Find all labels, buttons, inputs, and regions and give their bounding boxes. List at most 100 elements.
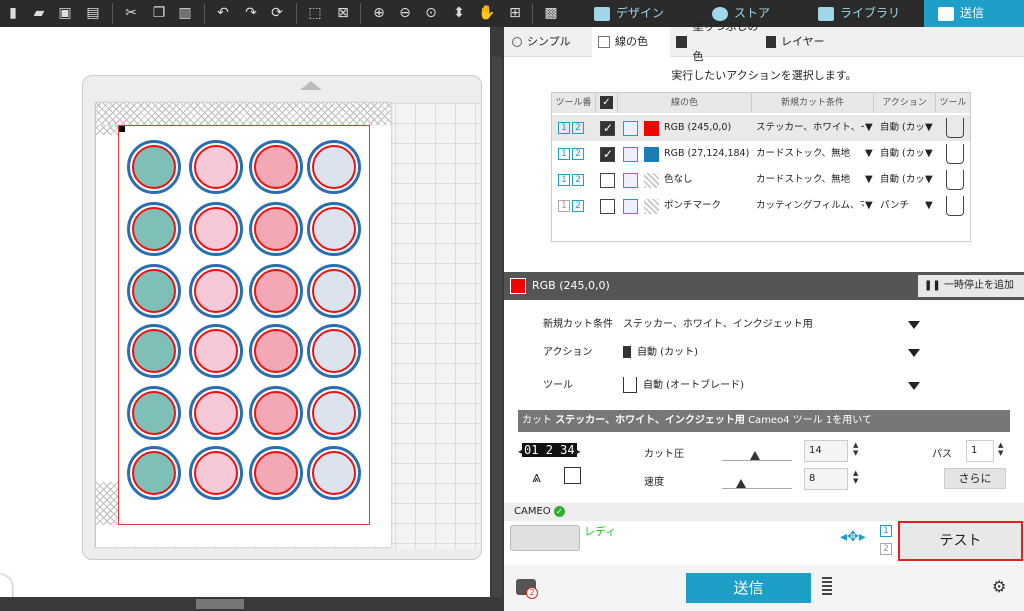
sticker-circle[interactable] — [307, 386, 361, 440]
hand-icon[interactable]: ✋ — [478, 4, 496, 22]
pass-input[interactable]: 1 — [966, 440, 994, 462]
dropdown-arrow-icon[interactable]: ▼ — [925, 193, 933, 219]
move-down-icon[interactable]: ⬍ — [450, 4, 468, 22]
sticker-circle[interactable] — [127, 202, 181, 256]
cut-pressure-slider[interactable] — [722, 439, 792, 461]
sticker-circle[interactable] — [189, 324, 243, 378]
tab-design[interactable]: デザイン — [588, 0, 698, 27]
send-icon — [938, 6, 954, 21]
dropdown-arrow-icon[interactable]: ▼ — [865, 141, 873, 167]
table-row[interactable]: 1 2 色なし カードストック、無地 ▼ 自動 (カッ! ▼ — [552, 167, 970, 193]
tab-line-color[interactable]: 線の色 — [592, 27, 670, 57]
sticker-circle[interactable] — [127, 264, 181, 318]
paste-icon[interactable]: ▥ — [176, 4, 194, 22]
sticker-circle[interactable] — [127, 386, 181, 440]
sticker-circle[interactable] — [307, 202, 361, 256]
sticker-circle[interactable] — [249, 140, 303, 194]
open-folder-icon[interactable]: ▰ — [30, 4, 48, 22]
row-checkbox[interactable] — [600, 173, 615, 188]
table-row[interactable]: 12RGB (245,0,0)ステッカー、ホワイト、イン:▼自動 (カッ!▼ — [552, 115, 970, 141]
sticker-circle[interactable] — [189, 202, 243, 256]
sticker-circle[interactable] — [307, 264, 361, 318]
trace-icon[interactable]: ▩ — [540, 4, 562, 22]
add-page-icon[interactable]: ⊞ — [506, 4, 524, 22]
cut-pressure-input[interactable]: 14 — [804, 440, 848, 462]
horizontal-scrollbar[interactable] — [0, 597, 490, 611]
sticker-circle[interactable] — [249, 264, 303, 318]
copy-icon[interactable]: ❐ — [150, 4, 168, 22]
tab-library[interactable]: ライブラリ — [812, 0, 922, 27]
sticker-circle[interactable] — [189, 446, 243, 500]
test-button[interactable]: テスト — [898, 521, 1023, 561]
select-all-icon[interactable]: ⬚ — [306, 4, 324, 22]
redo-icon[interactable]: ↷ — [242, 4, 260, 22]
table-row[interactable]: 12RGB (27,124,184)カードストック、無地▼自動 (カッ!▼ — [552, 141, 970, 167]
cut-icon[interactable]: ✂ — [122, 4, 140, 22]
undo-icon[interactable]: ↶ — [214, 4, 232, 22]
add-pause-button[interactable]: ❚❚ 一時停止を追加 — [918, 275, 1024, 297]
sticker-circle[interactable] — [249, 324, 303, 378]
dropdown-arrow-icon — [908, 321, 920, 329]
zoom-out-icon[interactable]: ⊖ — [396, 4, 414, 22]
row-checkbox[interactable] — [600, 199, 615, 214]
table-row[interactable]: 12ポンチマークカッティングフィルム、マッ!▼パンチ▼ — [552, 193, 970, 219]
refresh-icon[interactable]: ⟳ — [268, 4, 286, 22]
dropdown-arrow-icon — [908, 349, 920, 357]
tool-number[interactable]: 12 — [558, 167, 586, 193]
gear-icon[interactable]: ⚙ — [992, 577, 1006, 596]
dropdown-arrow-icon[interactable]: ▼ — [925, 115, 933, 141]
vertical-scrollbar[interactable] — [490, 27, 504, 611]
sticker-circle[interactable] — [249, 446, 303, 500]
cut-condition-select[interactable]: ステッカー、ホワイト、インクジェット用 — [619, 313, 924, 337]
spinner-icon[interactable]: ▲ ▼ — [998, 441, 1003, 457]
dropdown-arrow-icon[interactable]: ▼ — [865, 115, 873, 141]
sticker-circle[interactable] — [189, 386, 243, 440]
header-checkbox[interactable]: ✓ — [596, 93, 618, 113]
speed-input[interactable]: 8 — [804, 468, 848, 490]
sticker-circle[interactable] — [249, 202, 303, 256]
overcut-checkbox[interactable] — [564, 467, 581, 484]
print-icon[interactable]: ▤ — [84, 4, 102, 22]
sticker-circle[interactable] — [307, 140, 361, 194]
move-cutter-icon[interactable]: ◂✥▸ — [840, 529, 866, 545]
queue-icon[interactable] — [822, 577, 832, 597]
ready-check-icon: ✓ — [553, 505, 565, 517]
tool-number[interactable]: 12 — [558, 141, 586, 167]
dropdown-arrow-icon[interactable]: ▼ — [865, 193, 873, 219]
tool-number[interactable]: 12 — [558, 193, 586, 219]
sticker-circle[interactable] — [127, 324, 181, 378]
tab-send[interactable]: 送信 — [924, 0, 1024, 27]
tab-layer[interactable]: レイヤー — [766, 27, 836, 57]
save-icon[interactable]: ▣ — [56, 4, 74, 22]
dropdown-arrow-icon[interactable]: ▼ — [925, 141, 933, 167]
row-checkbox[interactable] — [600, 121, 615, 136]
zoom-in-icon[interactable]: ⊕ — [370, 4, 388, 22]
speed-slider[interactable] — [722, 467, 792, 489]
sticker-circle[interactable] — [189, 264, 243, 318]
zoom-fit-icon[interactable]: ⊙ — [422, 4, 440, 22]
tab-fill-color[interactable]: 塗りつぶしの色 — [676, 20, 766, 63]
tab-simple[interactable]: シンプル — [512, 27, 590, 57]
sticker-circle[interactable] — [127, 446, 181, 500]
send-button[interactable]: 送信 — [686, 573, 811, 603]
deselect-icon[interactable]: ⊠ — [334, 4, 352, 22]
blade-depth-selector[interactable]: ◂ 01 2 34 ▸ — [518, 440, 596, 460]
more-button[interactable]: さらに — [944, 468, 1006, 489]
sticker-circle[interactable] — [307, 324, 361, 378]
new-file-icon[interactable]: ▮ — [4, 4, 22, 22]
dropdown-arrow-icon[interactable]: ▼ — [925, 167, 933, 193]
spinner-icon[interactable]: ▲ ▼ — [853, 441, 858, 457]
tool-number[interactable]: 12 — [558, 115, 586, 141]
dropdown-arrow-icon[interactable]: ▼ — [865, 167, 873, 193]
cameo-device-icon[interactable] — [510, 525, 580, 551]
cut-condition-row: 新規カット条件 ステッカー、ホワイト、インクジェット用 — [534, 312, 1014, 338]
action-select[interactable]: 自動 (カット) — [619, 341, 924, 365]
design-canvas[interactable] — [0, 27, 490, 611]
tool-select[interactable]: 自動 (オートブレード) — [619, 374, 924, 398]
sticker-circle[interactable] — [307, 446, 361, 500]
sticker-circle[interactable] — [189, 140, 243, 194]
row-checkbox[interactable] — [600, 147, 615, 162]
spinner-icon[interactable]: ▲ ▼ — [853, 469, 858, 485]
sticker-circle[interactable] — [127, 140, 181, 194]
sticker-circle[interactable] — [249, 386, 303, 440]
